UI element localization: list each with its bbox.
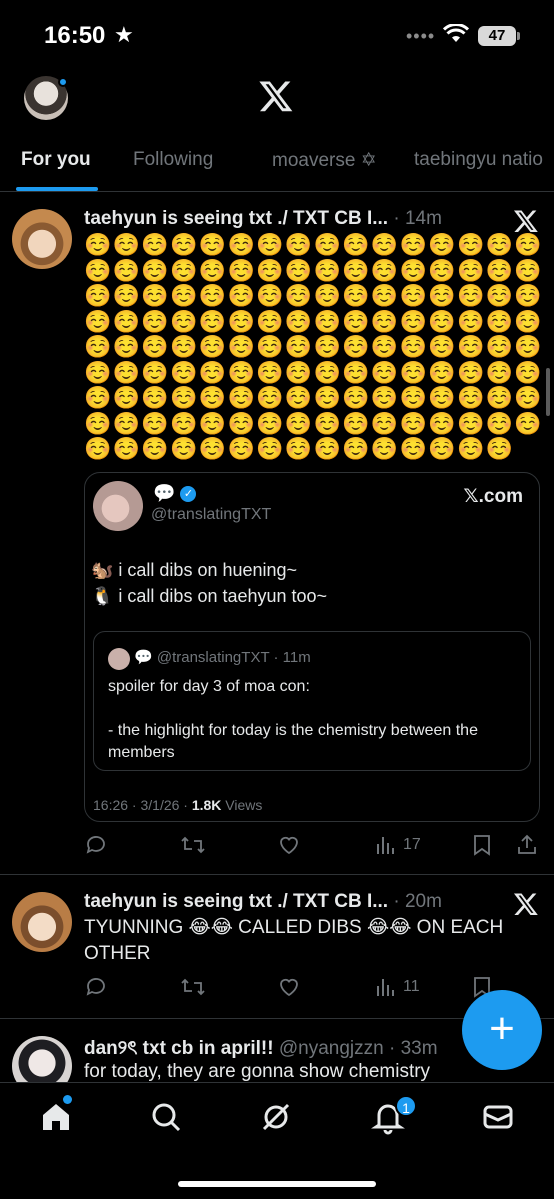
quote-footer: 16:26 · 3/1/26 · 1.8K Views	[93, 797, 263, 813]
views-count: 17	[403, 836, 421, 853]
active-tab-indicator	[16, 187, 98, 191]
reply-icon[interactable]	[84, 832, 108, 858]
x-logo-icon[interactable]	[258, 78, 294, 114]
status-bar: 16:50 ★ •••• 47	[0, 0, 554, 72]
quoted-post-card[interactable]: 💬 ✓ @translatingTXT 𝕏.com 🐿️ i call dibs…	[84, 472, 540, 822]
mail-icon[interactable]	[480, 1099, 516, 1135]
repost-icon[interactable]	[180, 974, 206, 1000]
timeline-tabs: For you Following moaverse ✡ taebingyu n…	[0, 140, 554, 192]
nested-quote-text: spoiler for day 3 of moa con:	[108, 678, 310, 695]
post-author[interactable]: taehyun is seeing txt ./ TXT CB I...	[84, 208, 388, 229]
like-icon[interactable]	[277, 974, 301, 1000]
post[interactable]: taehyun is seeing txt ./ TXT CB I... · 2…	[0, 876, 554, 1019]
bookmark-icon[interactable]	[471, 832, 493, 858]
verified-icon: ✓	[180, 486, 197, 503]
search-icon[interactable]	[148, 1099, 184, 1135]
post-time: · 14m	[393, 208, 442, 229]
status-time: 16:50	[44, 22, 106, 49]
post-actions: 11	[84, 974, 540, 1000]
views-count: 11	[403, 978, 420, 995]
bottom-nav: 1	[0, 1082, 554, 1199]
tab-taebingyu[interactable]: taebingyu natio	[414, 149, 543, 171]
nested-quote-text: - the highlight for today is the chemist…	[108, 722, 478, 761]
tab-following[interactable]: Following	[133, 149, 213, 171]
quote-author-emoji: 💬	[153, 483, 176, 503]
nested-quote-header: 💬 @translatingTXT · 11m	[134, 649, 311, 666]
view-count: 1.8K	[191, 797, 222, 813]
post-time: · 20m	[393, 891, 442, 912]
compose-button[interactable]: +	[462, 990, 542, 1070]
post-text: TYUNNING 😂😂 CALLED DIBS 😂😂 ON EACH OTHER	[84, 917, 504, 964]
quote-source[interactable]: 𝕏.com	[463, 485, 523, 508]
tab-moaverse[interactable]: moaverse ✡	[272, 149, 377, 172]
post-text: ☺️☺️☺️☺️☺️☺️☺️☺️☺️☺️☺️☺️☺️☺️☺️☺️☺️☺️☺️☺️…	[84, 232, 544, 461]
compose-icon: +	[489, 1004, 515, 1053]
quote-handle: @translatingTXT	[151, 506, 272, 523]
avatar[interactable]	[12, 209, 72, 269]
x-logo-icon	[513, 893, 538, 916]
avatar[interactable]	[12, 1036, 72, 1082]
post-author[interactable]: taehyun is seeing txt ./ TXT CB I...	[84, 891, 388, 912]
grok-icon[interactable]	[258, 1099, 294, 1135]
profile-notification-dot	[58, 77, 68, 87]
like-icon[interactable]	[277, 832, 301, 858]
post-text: for today, they are gonna show chemistry	[84, 1061, 431, 1082]
home-notification-dot	[63, 1095, 72, 1104]
quote-body: 🐿️ i call dibs on huening~ 🐧 i call dibs…	[91, 557, 327, 609]
quote-line: 🐧 i call dibs on taehyun too~	[91, 586, 328, 606]
reply-icon[interactable]	[84, 974, 108, 1000]
post-actions: 17	[84, 832, 540, 858]
share-icon[interactable]	[515, 832, 539, 858]
views-icon[interactable]: 11	[375, 974, 420, 1000]
nested-quote-card[interactable]: 💬 @translatingTXT · 11m spoiler for day …	[93, 631, 531, 771]
home-icon[interactable]	[38, 1099, 74, 1135]
home-indicator[interactable]	[178, 1181, 376, 1187]
signal-icon: ••••	[406, 26, 436, 46]
tab-for-you[interactable]: For you	[21, 149, 91, 171]
post-author[interactable]: dan୨ৎ txt cb in april!!	[84, 1038, 274, 1059]
avatar[interactable]	[12, 892, 72, 952]
top-header	[0, 72, 554, 128]
repost-icon[interactable]	[180, 832, 206, 858]
avatar	[108, 648, 130, 670]
wifi-icon	[443, 24, 469, 42]
post-handle: @nyangjzzn · 33m	[278, 1038, 438, 1059]
quote-line: 🐿️ i call dibs on huening~	[91, 560, 298, 580]
star-icon: ★	[114, 22, 134, 47]
avatar	[93, 481, 143, 531]
notifications-badge: 1	[395, 1095, 417, 1117]
x-logo-icon	[513, 210, 538, 233]
views-icon[interactable]: 17	[375, 832, 421, 858]
battery-indicator: 47	[478, 26, 516, 46]
